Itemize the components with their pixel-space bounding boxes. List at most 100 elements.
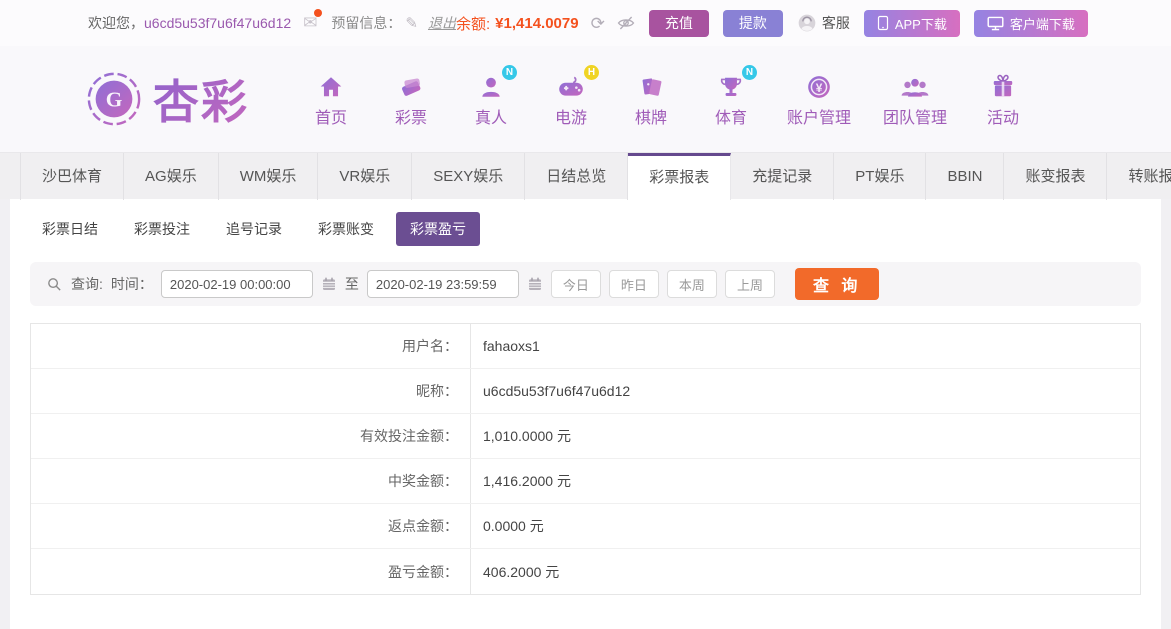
client-download-button[interactable]: 客户端下载: [973, 9, 1088, 37]
hide-balance-icon[interactable]: [617, 14, 635, 32]
balance-group: 余额: ¥1,414.0079 ⟳: [456, 13, 635, 34]
topbar: 欢迎您，u6cd5u53f7u6f47u6d12 ✉ 预留信息： ✎ 退出 余额…: [0, 0, 1171, 46]
row-label: 用户名：: [31, 324, 471, 368]
tab-shaba-sports[interactable]: 沙巴体育: [20, 153, 125, 200]
tab-deposit-withdraw-records[interactable]: 充提记录: [731, 153, 835, 200]
tab-lottery-report[interactable]: 彩票报表: [628, 153, 732, 200]
nav-item-label: 彩票: [394, 110, 427, 127]
main-nav: 首页 彩票 N 真人 H 电游 棋牌 N 体育 ¥ 账户管理 团队管理 活动: [307, 65, 1027, 128]
subtab-chase-records[interactable]: 追号记录: [212, 212, 296, 246]
table-row-valid-bet-amount: 有效投注金额： 1,010.0000 元: [31, 414, 1140, 459]
nav-item-label: 棋牌: [634, 110, 667, 127]
username: u6cd5u53f7u6f47u6d12: [144, 15, 292, 31]
app-download-button[interactable]: APP下载: [863, 9, 960, 37]
gamepad-icon: H: [556, 65, 599, 100]
query-submit-button[interactable]: 查 询: [794, 268, 880, 300]
customer-service-label: 客服: [821, 15, 850, 31]
nav-item-label: 账户管理: [787, 110, 852, 127]
start-time-input[interactable]: [160, 270, 313, 298]
refresh-icon[interactable]: ⟳: [591, 15, 605, 32]
yesterday-button[interactable]: 昨日: [608, 270, 659, 298]
table-row-username: 用户名： fahaoxs1: [31, 324, 1140, 369]
nav-item-lottery[interactable]: 彩票: [387, 70, 435, 128]
table-row-nickname: 昵称： u6cd5u53f7u6f47u6d12: [31, 369, 1140, 414]
svg-text:¥: ¥: [816, 81, 823, 95]
tab-wm[interactable]: WM娱乐: [219, 153, 319, 200]
team-icon: [900, 70, 930, 100]
site-header: G 杏彩 首页 彩票 N 真人 H 电游 棋牌 N 体育 ¥ 账户管理 团队管理…: [0, 46, 1171, 152]
this-week-button[interactable]: 本周: [666, 270, 717, 298]
nav-item-label: 团队管理: [883, 110, 948, 127]
site-logo[interactable]: G 杏彩: [85, 66, 249, 132]
row-label: 昵称：: [31, 369, 471, 413]
new-badge: N: [502, 65, 517, 80]
tab-transfer-report[interactable]: 转账报表: [1107, 153, 1171, 200]
tab-account-change-report[interactable]: 账变报表: [1004, 153, 1108, 200]
row-label: 返点金额：: [31, 504, 471, 548]
tab-bbin[interactable]: BBIN: [926, 153, 1005, 200]
welcome-prefix: 欢迎您，: [88, 15, 144, 31]
today-button[interactable]: 今日: [550, 270, 601, 298]
search-bar: 查询: 时间： 至 今日 昨日: [30, 262, 1141, 306]
nav-item-label: 真人: [474, 110, 507, 127]
profit-loss-table: 用户名： fahaoxs1 昵称： u6cd5u53f7u6f47u6d12 有…: [30, 323, 1141, 595]
search-icon: [48, 277, 61, 291]
subtab-lottery-bets[interactable]: 彩票投注: [120, 212, 204, 246]
row-label: 有效投注金额：: [31, 414, 471, 458]
mail-button[interactable]: ✉: [303, 9, 323, 33]
table-row-winning-amount: 中奖金额： 1,416.2000 元: [31, 459, 1140, 504]
calendar-icon[interactable]: [321, 276, 337, 292]
last-week-button[interactable]: 上周: [724, 270, 775, 298]
calendar-icon[interactable]: [527, 276, 543, 292]
yen-coin-icon: ¥: [806, 70, 832, 100]
new-badge: N: [742, 65, 757, 80]
nav-item-boardgames[interactable]: 棋牌: [627, 70, 675, 128]
range-separator: 至: [344, 276, 359, 292]
subtab-lottery-account-change[interactable]: 彩票账变: [304, 212, 388, 246]
end-time-input[interactable]: [366, 270, 519, 298]
row-value: 406.2000 元: [483, 563, 560, 580]
trophy-icon: N: [718, 65, 757, 100]
nav-item-label: 电游: [554, 110, 587, 127]
subtab-lottery-daily[interactable]: 彩票日结: [28, 212, 112, 246]
tab-pt[interactable]: PT娱乐: [834, 153, 927, 200]
row-value: 1,416.2000 元: [483, 473, 571, 489]
monitor-icon: [987, 16, 1004, 30]
nav-item-egames[interactable]: H 电游: [547, 65, 599, 128]
welcome-text: 欢迎您，u6cd5u53f7u6f47u6d12: [88, 13, 291, 33]
live-person-icon: N: [478, 65, 517, 100]
tab-ag[interactable]: AG娱乐: [124, 153, 219, 200]
recharge-button[interactable]: 充值: [648, 9, 709, 37]
row-value: 1,010.0000 元: [483, 428, 571, 444]
edit-icon[interactable]: ✎: [405, 14, 418, 32]
report-tabs: 沙巴体育 AG娱乐 WM娱乐 VR娱乐 SEXY娱乐 日结总览 彩票报表 充提记…: [0, 152, 1171, 200]
nav-item-activities[interactable]: 活动: [979, 70, 1027, 128]
tab-daily-summary[interactable]: 日结总览: [525, 153, 629, 200]
withdraw-button[interactable]: 提款: [722, 9, 783, 37]
tab-sexy[interactable]: SEXY娱乐: [412, 153, 526, 200]
balance-value: ¥1,414.0079: [495, 14, 579, 32]
main-panel: 彩票日结 彩票投注 追号记录 彩票账变 彩票盈亏 查询: 时间： 至: [10, 199, 1161, 629]
nav-item-live[interactable]: N 真人: [467, 65, 517, 128]
logo-emblem-icon: G: [87, 72, 141, 126]
tab-vr[interactable]: VR娱乐: [318, 153, 413, 200]
time-label: 时间：: [110, 276, 153, 292]
brand-name: 杏彩: [153, 66, 249, 132]
nav-item-team[interactable]: 团队管理: [883, 70, 947, 128]
ticket-icon: [397, 70, 425, 100]
nav-item-sports[interactable]: N 体育: [707, 65, 757, 128]
nav-item-home[interactable]: 首页: [307, 70, 355, 128]
subtab-lottery-profit-loss[interactable]: 彩票盈亏: [396, 212, 480, 246]
nav-item-account[interactable]: ¥ 账户管理: [787, 70, 851, 128]
row-label: 中奖金额：: [31, 459, 471, 503]
row-value: 0.0000 元: [483, 518, 544, 534]
logout-link[interactable]: 退出: [428, 13, 456, 33]
row-value: fahaoxs1: [483, 338, 540, 354]
reserved-info-label: 预留信息：: [331, 15, 402, 31]
client-download-label: 客户端下载: [1009, 16, 1075, 32]
headset-avatar-icon: [798, 14, 816, 32]
home-icon: [318, 70, 344, 100]
nav-item-label: 首页: [314, 110, 347, 127]
svg-text:G: G: [106, 88, 123, 112]
customer-service-button[interactable]: 客服: [797, 13, 850, 33]
